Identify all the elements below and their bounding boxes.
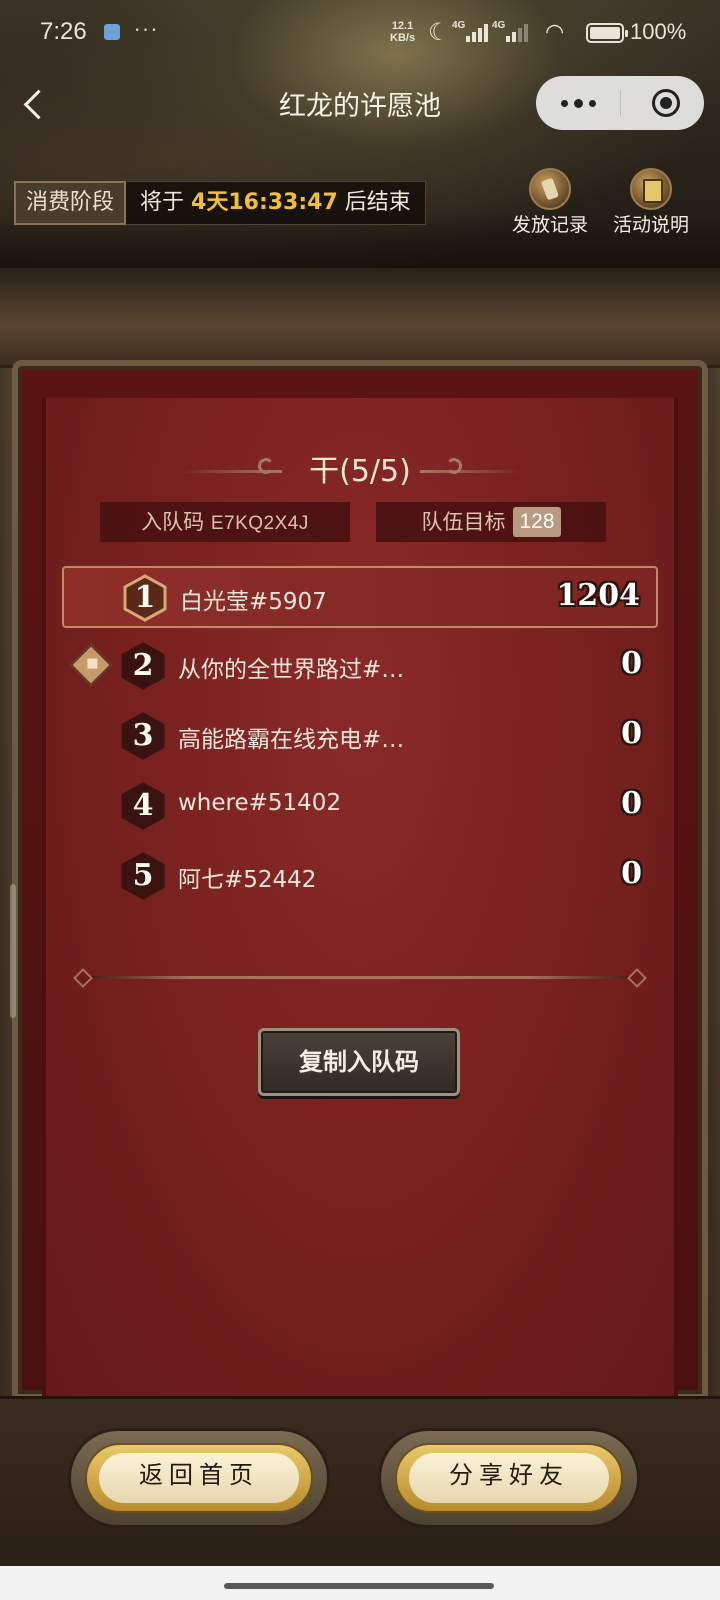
member-score: 1204 xyxy=(556,578,641,613)
rank-badge: 2 xyxy=(120,642,166,690)
rules-button[interactable]: 活动说明 xyxy=(606,168,696,237)
member-row: 5 阿七#52442 0 xyxy=(62,846,658,908)
captain-flag-icon xyxy=(69,643,113,687)
network-speed: 12.1 KB/s xyxy=(390,20,415,44)
rank-number: 5 xyxy=(132,858,154,893)
member-score: 0 xyxy=(621,646,642,681)
team-code-value: E7KQ2X4J xyxy=(210,513,309,534)
countdown-suffix: 后结束 xyxy=(344,190,411,215)
battery-icon xyxy=(586,23,628,43)
battery-percent: 100% xyxy=(630,19,687,44)
more-options-button[interactable] xyxy=(536,76,620,130)
team-code-label: 入队码 xyxy=(141,510,205,534)
records-button[interactable]: 发放记录 xyxy=(505,168,595,237)
network-type-1: 4G xyxy=(452,20,466,31)
wood-header-trim xyxy=(0,268,720,368)
app-notification-icon xyxy=(104,24,120,40)
home-button-label: 返回首页 xyxy=(99,1453,299,1503)
rank-badge: 4 xyxy=(120,782,166,830)
home-indicator[interactable] xyxy=(224,1583,494,1589)
share-button-label: 分享好友 xyxy=(409,1453,609,1503)
network-type-2: 4G xyxy=(492,20,506,31)
rank-number: 2 xyxy=(132,648,154,683)
phase-countdown: 将于 4天16:33:47 后结束 xyxy=(126,181,426,225)
do-not-disturb-icon: ☾ xyxy=(428,18,450,46)
rank-number: 1 xyxy=(134,580,156,615)
wifi-icon: ◠ xyxy=(545,20,565,45)
status-time: 7:26 xyxy=(40,18,87,45)
network-speed-value: 12.1 xyxy=(391,20,414,32)
signal-icon-2 xyxy=(506,22,528,42)
capsule-divider xyxy=(620,90,621,116)
rank-badge: 3 xyxy=(120,712,166,760)
phase-label: 消费阶段 xyxy=(14,181,127,225)
team-title: 干(5/5) xyxy=(309,454,411,489)
member-name: 阿七#52442 xyxy=(178,867,317,893)
team-goal-box: 队伍目标 128 xyxy=(376,502,606,542)
scrollbar[interactable] xyxy=(10,884,16,1018)
records-label: 发放记录 xyxy=(511,214,588,236)
member-name: where#51402 xyxy=(178,790,342,816)
member-score: 0 xyxy=(621,786,642,821)
countdown-value: 4天16:33:47 xyxy=(191,190,338,215)
home-button[interactable]: 返回首页 xyxy=(68,1428,330,1528)
member-row: 3 高能路霸在线充电#… 0 xyxy=(62,706,658,768)
phase-bar: 消费阶段 将于 4天16:33:47 后结束 xyxy=(14,181,426,225)
team-goal-label: 队伍目标 xyxy=(421,510,506,534)
member-score: 0 xyxy=(621,856,642,891)
member-name: 高能路霸在线充电#… xyxy=(178,727,405,753)
rules-label: 活动说明 xyxy=(612,214,689,236)
section-divider xyxy=(80,976,640,979)
member-row: 4 where#51402 0 xyxy=(62,776,658,838)
scroll-icon xyxy=(529,168,571,210)
close-miniprogram-button[interactable] xyxy=(628,76,704,130)
share-button[interactable]: 分享好友 xyxy=(378,1428,640,1528)
member-name: 从你的全世界路过#… xyxy=(178,657,405,683)
network-speed-unit: KB/s xyxy=(390,32,416,44)
member-name: 白光莹#5907 xyxy=(180,589,327,615)
member-row: 1 白光莹#5907 1204 xyxy=(62,566,658,628)
more-notifications-icon: ··· xyxy=(134,18,160,42)
rank-number: 4 xyxy=(132,788,154,823)
status-bar: 7:26 ··· 12.1 KB/s ☾ 4G 4G ◠ 100% xyxy=(0,0,720,66)
signal-icon-1 xyxy=(466,22,488,42)
miniprogram-capsule xyxy=(536,76,704,130)
rank-badge: 1 xyxy=(122,574,168,622)
rank-badge: 5 xyxy=(120,852,166,900)
team-goal-value: 128 xyxy=(513,507,561,537)
rank-number: 3 xyxy=(132,718,154,753)
copy-team-code-button[interactable]: 复制入队码 xyxy=(258,1028,460,1096)
member-score: 0 xyxy=(621,716,642,751)
team-code-box: 入队码 E7KQ2X4J xyxy=(100,502,350,542)
member-row: 2 从你的全世界路过#… 0 xyxy=(62,636,658,698)
countdown-prefix: 将于 xyxy=(140,190,185,215)
book-icon xyxy=(630,168,672,210)
